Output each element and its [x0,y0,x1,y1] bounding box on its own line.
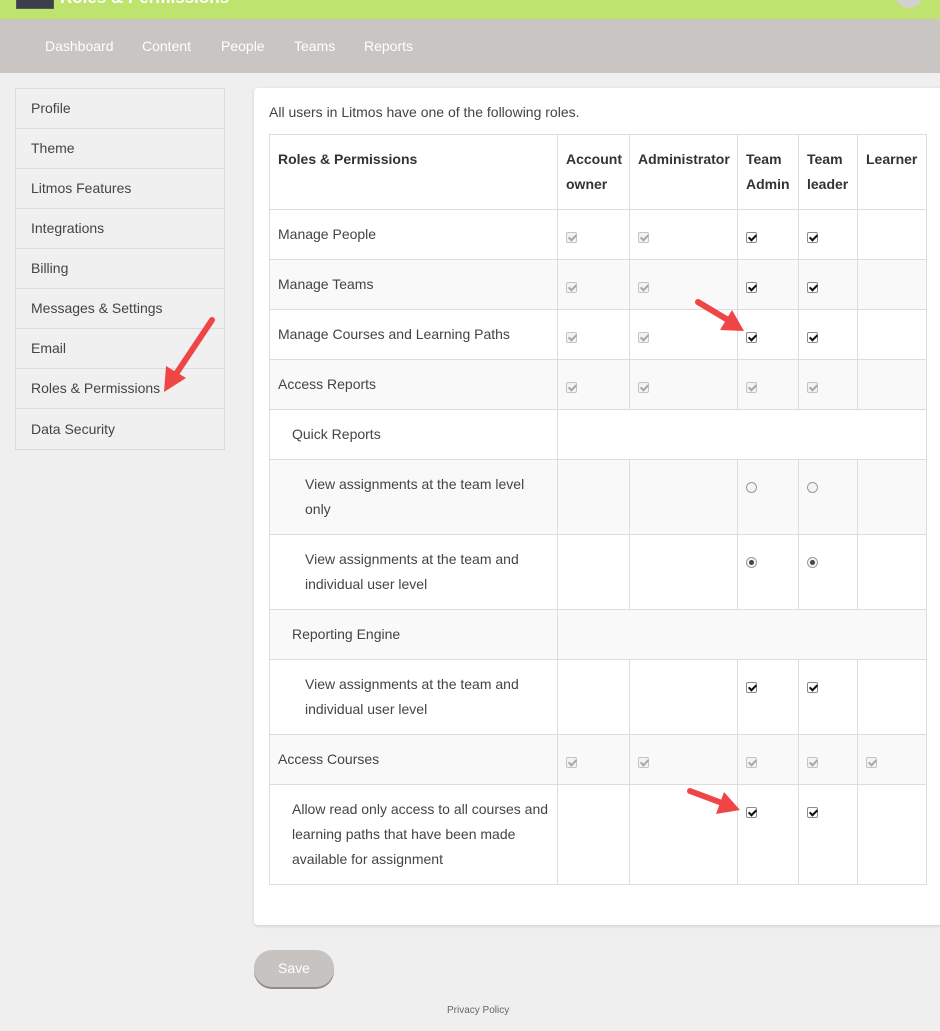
section-label: Quick Reports [269,409,558,460]
table-section-row: Reporting Engine [269,609,927,660]
table-row: Manage People [269,209,927,260]
nav-people[interactable]: People [221,38,265,54]
nav-teams[interactable]: Teams [294,38,335,54]
checkbox[interactable] [746,282,757,293]
table-header-row: Roles & Permissions Account owner Admini… [269,134,927,210]
nav-content[interactable]: Content [142,38,191,54]
user-menu-icon[interactable] [896,0,922,8]
checkbox [807,382,818,393]
column-header: Learner [857,134,927,210]
permissions-table: Roles & Permissions Account owner Admini… [269,134,927,885]
radio-button[interactable] [746,557,757,568]
checkbox [566,232,577,243]
column-header: Roles & Permissions [269,134,558,210]
sidebar-item-theme[interactable]: Theme [16,129,224,169]
checkbox [746,757,757,768]
sidebar-item-messages-settings[interactable]: Messages & Settings [16,289,224,329]
sidebar-item-litmos-features[interactable]: Litmos Features [16,169,224,209]
checkbox[interactable] [807,232,818,243]
permission-label: View assignments at the team and individ… [269,534,558,610]
sidebar-item-integrations[interactable]: Integrations [16,209,224,249]
radio-button[interactable] [746,482,757,493]
column-header: Team Admin [737,134,799,210]
checkbox [638,757,649,768]
column-header: Administrator [629,134,738,210]
checkbox[interactable] [746,807,757,818]
table-row: View assignments at the team level only [269,459,927,535]
checkbox [638,232,649,243]
sidebar-item-email[interactable]: Email [16,329,224,369]
checkbox[interactable] [807,282,818,293]
radio-button[interactable] [807,557,818,568]
avatar[interactable] [16,0,54,9]
permission-label: Access Courses [269,734,558,785]
column-header: Account owner [557,134,630,210]
section-label: Reporting Engine [269,609,558,660]
table-row: Allow read only access to all courses an… [269,784,927,885]
checkbox [638,382,649,393]
checkbox[interactable] [746,682,757,693]
permission-label: View assignments at the team level only [269,459,558,535]
checkbox [566,282,577,293]
table-row: View assignments at the team and individ… [269,534,927,610]
permission-label: Manage People [269,209,558,260]
permission-label: View assignments at the team and individ… [269,659,558,735]
sidebar-item-data-security[interactable]: Data Security [16,409,224,449]
privacy-policy-link[interactable]: Privacy Policy [447,1005,509,1016]
radio-button[interactable] [807,482,818,493]
page-title: Roles & Permissions [60,0,229,8]
permission-label: Access Reports [269,359,558,410]
sidebar-item-profile[interactable]: Profile [16,89,224,129]
table-row: Manage Courses and Learning Paths [269,309,927,360]
checkbox [746,382,757,393]
save-button[interactable]: Save [254,950,334,987]
sidebar-item-roles-permissions[interactable]: Roles & Permissions [16,369,224,409]
checkbox [566,382,577,393]
table-row: Access Courses [269,734,927,785]
table-section-row: Quick Reports [269,409,927,460]
checkbox[interactable] [746,232,757,243]
checkbox [807,757,818,768]
app-header: Roles & Permissions [0,0,940,19]
roles-panel: All users in Litmos have one of the foll… [254,88,940,925]
checkbox[interactable] [807,682,818,693]
checkbox[interactable] [807,807,818,818]
table-row: Access Reports [269,359,927,410]
settings-sidebar: Profile Theme Litmos Features Integratio… [15,88,225,450]
checkbox[interactable] [807,332,818,343]
checkbox [866,757,877,768]
column-header: Team leader [798,134,858,210]
main-nav: Dashboard Content People Teams Reports [0,19,940,73]
table-row: Manage Teams [269,259,927,310]
checkbox [566,757,577,768]
nav-dashboard[interactable]: Dashboard [45,38,114,54]
permission-label: Manage Teams [269,259,558,310]
nav-reports[interactable]: Reports [364,38,413,54]
checkbox [638,332,649,343]
table-row: View assignments at the team and individ… [269,659,927,735]
permission-label: Manage Courses and Learning Paths [269,309,558,360]
permission-label: Allow read only access to all courses an… [269,784,558,885]
checkbox [638,282,649,293]
checkbox[interactable] [746,332,757,343]
checkbox [566,332,577,343]
sidebar-item-billing[interactable]: Billing [16,249,224,289]
intro-text: All users in Litmos have one of the foll… [269,104,580,120]
